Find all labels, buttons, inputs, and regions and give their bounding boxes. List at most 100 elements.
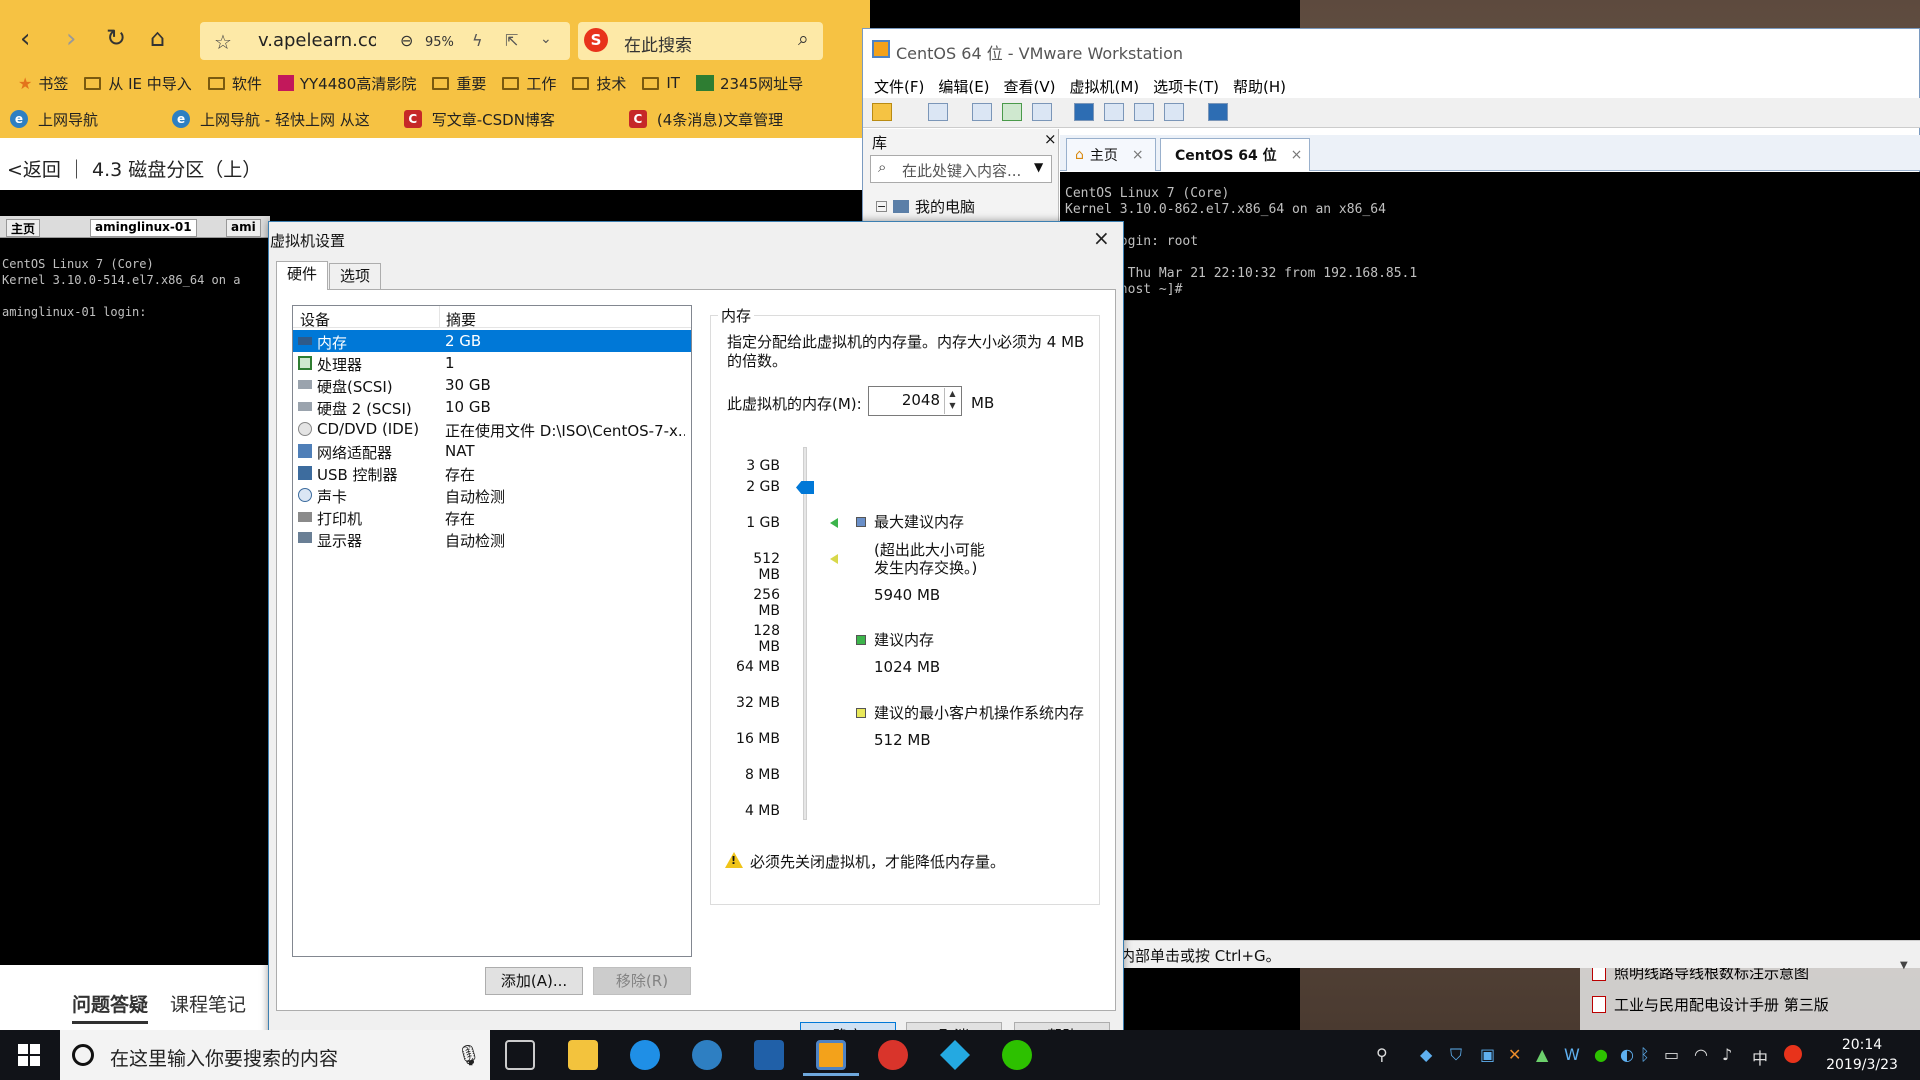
back-icon[interactable]: ‹ (20, 26, 30, 52)
wifi-icon[interactable]: ◠ (1694, 1045, 1708, 1064)
add-device-button[interactable]: 添加(A)... (485, 967, 583, 995)
device-row-disk2[interactable]: 硬盘 2 (SCSI) 10 GB (293, 396, 691, 418)
bookmark-item[interactable]: 工作 (502, 73, 556, 94)
tab-home[interactable]: ⌂ 主页 × (1066, 138, 1156, 171)
device-row-sound[interactable]: 声卡 自动检测 (293, 484, 691, 506)
memory-slider-track[interactable] (803, 447, 807, 820)
task-view-icon[interactable] (505, 1040, 535, 1070)
column-summary[interactable]: 摘要 (446, 309, 476, 330)
browser-tab[interactable]: C (4条消息)文章管理 (628, 109, 783, 130)
tray-app-icon[interactable]: ▣ (1480, 1045, 1495, 1064)
bookmark-item[interactable]: 重要 (432, 73, 486, 94)
bookmark-item[interactable]: YY4480高清影院 (277, 73, 416, 94)
menu-tabs[interactable]: 选项卡(T) (1153, 76, 1219, 97)
tray-green-icon[interactable]: ▲ (1536, 1045, 1548, 1064)
manage-snapshots-icon[interactable] (1032, 103, 1052, 121)
search-icon[interactable]: ⌕ (798, 28, 809, 50)
ie-icon[interactable] (692, 1040, 722, 1070)
device-row-printer[interactable]: 打印机 存在 (293, 506, 691, 528)
wechat-tray-icon[interactable]: ● (1594, 1045, 1608, 1064)
chevron-down-icon[interactable]: ▼ (1034, 160, 1043, 174)
library-tree-root[interactable]: − 我的电脑 (876, 196, 975, 217)
bookmark-item[interactable]: IT (642, 74, 680, 92)
console-view-icon[interactable] (1104, 103, 1124, 121)
taskbar-clock[interactable]: 20:14 2019/3/23 (1812, 1035, 1912, 1075)
browser-tab[interactable]: C 写文章-CSDN博客 (403, 109, 555, 130)
device-row-cd[interactable]: CD/DVD (IDE) 正在使用文件 D:\ISO\CentOS-7-x... (293, 418, 691, 440)
battery-icon[interactable]: ▭ (1664, 1045, 1679, 1064)
url-text[interactable]: v.apelearn.com (258, 30, 376, 51)
share-icon[interactable]: ⇱ (505, 31, 518, 50)
desktop-file-2[interactable]: 工业与民用配电设计手册 第三版 (1592, 994, 1829, 1015)
tray-bird-icon[interactable]: ◐ (1620, 1045, 1634, 1064)
volume-icon[interactable]: ♪ (1722, 1045, 1732, 1064)
device-row-memory[interactable]: 内存 2 GB (293, 330, 691, 352)
sidebar-view-icon[interactable] (1074, 103, 1094, 121)
shield-icon[interactable]: ⛉ (1450, 1045, 1462, 1065)
device-row-display[interactable]: 显示器 自动检测 (293, 528, 691, 550)
microphone-icon[interactable]: 🎙 (456, 1043, 481, 1067)
bookmark-item[interactable]: 2345网址导 (695, 73, 803, 94)
tab-centos[interactable]: CentOS 64 位 × (1160, 138, 1310, 171)
sogou-ime-icon[interactable] (1784, 1045, 1802, 1063)
windows-start-icon[interactable] (18, 1044, 40, 1066)
menu-edit[interactable]: 编辑(E) (938, 76, 989, 97)
network-toolbar-icon[interactable] (928, 103, 948, 121)
menu-help[interactable]: 帮助(H) (1233, 76, 1286, 97)
collapse-icon[interactable]: − (876, 201, 887, 212)
forward-icon[interactable]: › (66, 26, 76, 52)
refresh-icon[interactable]: ↻ (106, 26, 126, 50)
memory-spinner[interactable]: ▲ ▼ (944, 388, 960, 414)
dialog-close-icon[interactable]: × (1093, 226, 1110, 250)
revert-snapshot-icon[interactable] (1002, 103, 1022, 121)
bookmark-item[interactable]: 从 IE 中导入 (84, 73, 192, 94)
home-icon[interactable]: ⌂ (150, 26, 165, 50)
browser-app-icon[interactable] (630, 1040, 660, 1070)
thumbnail-view-icon[interactable] (1208, 103, 1228, 121)
back-link[interactable]: <返回 (7, 159, 61, 181)
close-icon[interactable]: × (1291, 147, 1303, 163)
browser-tab[interactable]: e 上网导航 (10, 109, 98, 130)
ime-indicator[interactable]: 中 (1752, 1045, 1768, 1069)
menu-vm[interactable]: 虚拟机(M) (1070, 76, 1140, 97)
bookmark-item[interactable]: ★ 书签 (18, 73, 68, 94)
fullscreen-icon[interactable] (1134, 103, 1154, 121)
bookmark-item[interactable]: 技术 (572, 73, 626, 94)
browser-search-box[interactable] (578, 22, 823, 60)
lightning-icon[interactable]: ϟ (472, 31, 483, 50)
device-row-cpu[interactable]: 处理器 1 (293, 352, 691, 374)
tab-options[interactable]: 选项 (329, 263, 382, 289)
column-device[interactable]: 设备 (300, 309, 330, 330)
star-icon[interactable]: ☆ (214, 30, 232, 54)
tray-w-icon[interactable]: W (1564, 1045, 1580, 1064)
tab-qa[interactable]: 问题答疑 (72, 990, 149, 1024)
menu-view[interactable]: 查看(V) (1004, 76, 1056, 97)
wechat-icon[interactable] (1002, 1040, 1032, 1070)
zoom-icon[interactable]: ⊖ (400, 31, 413, 50)
power-icon[interactable] (872, 103, 892, 121)
unity-icon[interactable] (1164, 103, 1184, 121)
snapshot-icon[interactable] (972, 103, 992, 121)
bookmark-item[interactable]: 软件 (207, 73, 262, 94)
device-row-disk[interactable]: 硬盘(SCSI) 30 GB (293, 374, 691, 396)
scroll-down-icon[interactable]: ▼ (1900, 960, 1908, 971)
file-explorer-icon[interactable] (568, 1040, 598, 1070)
security-icon[interactable]: ◆ (1420, 1045, 1432, 1064)
people-icon[interactable]: ⚲ (1376, 1045, 1388, 1064)
tray-tool-icon[interactable]: ✕ (1508, 1045, 1521, 1064)
bluetooth-icon[interactable]: ᛒ (1640, 1045, 1650, 1064)
zoom-level[interactable]: 95% (425, 35, 454, 50)
menu-file[interactable]: 文件(F) (874, 76, 924, 97)
tab-hardware[interactable]: 硬件 (276, 261, 329, 290)
close-icon[interactable]: × (1132, 147, 1144, 163)
chevron-down-icon[interactable]: ⌄ (540, 31, 552, 47)
device-row-usb[interactable]: USB 控制器 存在 (293, 462, 691, 484)
library-close-icon[interactable]: × (1044, 130, 1057, 148)
notepad-icon[interactable] (754, 1040, 784, 1070)
search-input[interactable]: 在此搜索 (624, 31, 692, 56)
vmware-taskbar-icon[interactable] (803, 1040, 859, 1076)
device-row-network[interactable]: 网络适配器 NAT (293, 440, 691, 462)
taskbar-search-placeholder[interactable]: 在这里输入你要搜索的内容 (110, 1044, 338, 1071)
column-divider[interactable] (439, 306, 440, 328)
tab-notes[interactable]: 课程笔记 (170, 990, 246, 1024)
